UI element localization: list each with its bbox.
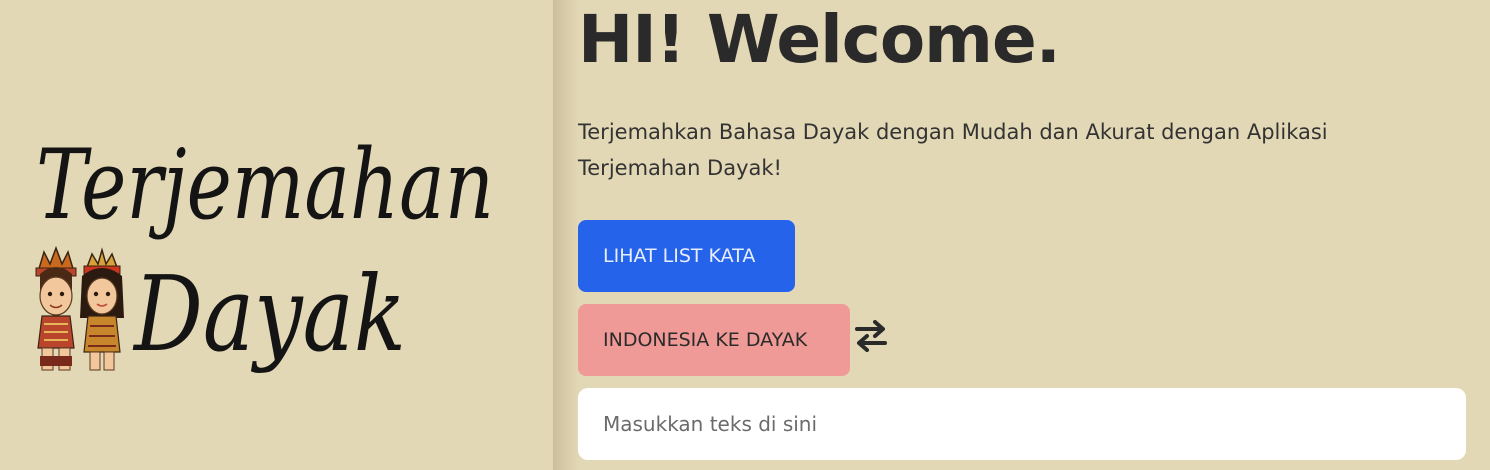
page: Terjemahan Dayak HI! Welcome. Terjemahka…: [0, 0, 1490, 470]
logo-text-line2: Dayak: [132, 253, 406, 375]
source-text-input[interactable]: [578, 388, 1466, 460]
text-input-container: [578, 388, 1466, 460]
page-title: HI! Welcome.: [578, 1, 1061, 78]
view-word-list-button[interactable]: LIHAT LIST KATA: [578, 220, 795, 292]
page-subtitle: Terjemahkan Bahasa Dayak dengan Mudah da…: [578, 120, 1328, 180]
dayak-girl-mascot: [80, 247, 124, 371]
left-panel: Terjemahan Dayak: [0, 0, 554, 470]
app-logo: Terjemahan Dayak: [35, 129, 494, 375]
swap-arrows-icon[interactable]: [854, 318, 888, 354]
logo-text-line1: Terjemahan: [36, 129, 494, 241]
translation-direction-button[interactable]: INDONESIA KE DAYAK: [578, 304, 850, 376]
dayak-boy-mascot: [35, 245, 77, 371]
panel-divider-shadow: [553, 0, 579, 470]
hero-panel: HI! Welcome. Terjemahkan Bahasa Dayak de…: [578, 0, 1468, 470]
